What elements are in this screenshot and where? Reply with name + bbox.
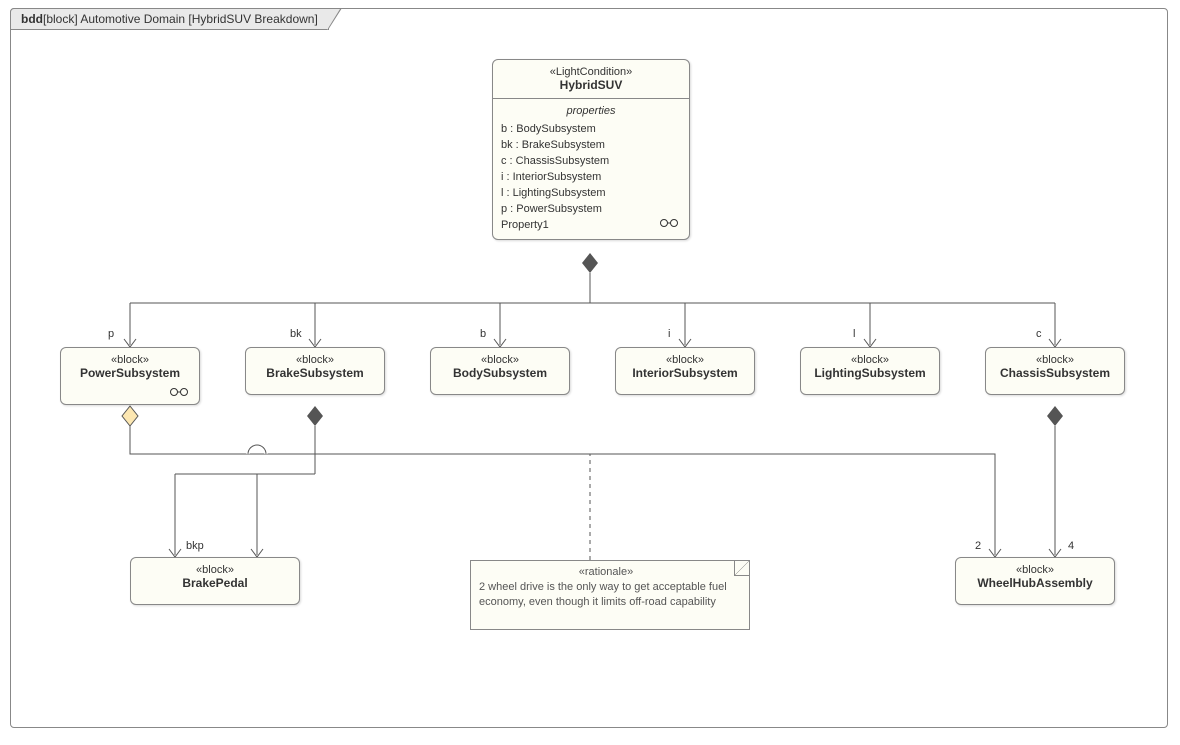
role-label: bk	[290, 328, 302, 340]
block-brakesubsystem[interactable]: «block»BrakeSubsystem	[245, 347, 385, 395]
property-row: c : ChassisSubsystem	[501, 153, 681, 169]
stereotype-label: «LightCondition»	[499, 66, 683, 78]
property-row: Property1	[501, 217, 681, 233]
note-text: 2 wheel drive is the only way to get acc…	[479, 580, 733, 610]
stereotype-label: «rationale»	[479, 565, 733, 580]
role-label: c	[1036, 328, 1042, 340]
role-label: b	[480, 328, 486, 340]
block-name: BrakeSubsystem	[252, 366, 378, 380]
glasses-icon	[659, 217, 681, 233]
block-name: WheelHubAssembly	[962, 576, 1108, 590]
stereotype-label: «block»	[67, 354, 193, 366]
block-name: BrakePedal	[137, 576, 293, 590]
block-name: BodySubsystem	[437, 366, 563, 380]
compartment-title: properties	[501, 103, 681, 119]
diagram-title-tab: bdd[block] Automotive Domain [HybridSUV …	[10, 8, 329, 30]
multiplicity-label: 4	[1068, 540, 1074, 552]
stereotype-label: «block»	[137, 564, 293, 576]
diagram-title: [block] Automotive Domain [HybridSUV Bre…	[43, 12, 318, 26]
stereotype-label: «block»	[992, 354, 1118, 366]
stereotype-label: «block»	[622, 354, 748, 366]
property-row: b : BodySubsystem	[501, 121, 681, 137]
block-lightingsubsystem[interactable]: «block»LightingSubsystem	[800, 347, 940, 395]
block-chassissubsystem[interactable]: «block»ChassisSubsystem	[985, 347, 1125, 395]
stereotype-label: «block»	[252, 354, 378, 366]
role-label: p	[108, 328, 114, 340]
block-powersubsystem[interactable]: «block» PowerSubsystem	[60, 347, 200, 405]
stereotype-label: «block»	[437, 354, 563, 366]
block-interiorsubsystem[interactable]: «block»InteriorSubsystem	[615, 347, 755, 395]
stereotype-label: «block»	[962, 564, 1108, 576]
role-label: i	[668, 328, 670, 340]
multiplicity-label: 2	[975, 540, 981, 552]
note-fold-icon	[734, 561, 749, 576]
diagram-kind: bdd	[21, 12, 43, 26]
rationale-note[interactable]: «rationale» 2 wheel drive is the only wa…	[470, 560, 750, 630]
block-name: InteriorSubsystem	[622, 366, 748, 380]
property-row: i : InteriorSubsystem	[501, 169, 681, 185]
property-row: l : LightingSubsystem	[501, 185, 681, 201]
block-name: PowerSubsystem	[67, 366, 193, 380]
block-hybridsuv[interactable]: «LightCondition» HybridSUV properties b …	[492, 59, 690, 240]
block-name: ChassisSubsystem	[992, 366, 1118, 380]
block-bodysubsystem[interactable]: «block»BodySubsystem	[430, 347, 570, 395]
block-name: HybridSUV	[499, 78, 683, 92]
role-label: bkp	[186, 540, 204, 552]
block-wheelhubassembly[interactable]: «block»WheelHubAssembly	[955, 557, 1115, 605]
property-row: bk : BrakeSubsystem	[501, 137, 681, 153]
role-label: l	[853, 328, 855, 340]
stereotype-label: «block»	[807, 354, 933, 366]
property-row: p : PowerSubsystem	[501, 201, 681, 217]
block-name: LightingSubsystem	[807, 366, 933, 380]
glasses-icon	[169, 386, 191, 400]
block-brakepedal[interactable]: «block»BrakePedal	[130, 557, 300, 605]
